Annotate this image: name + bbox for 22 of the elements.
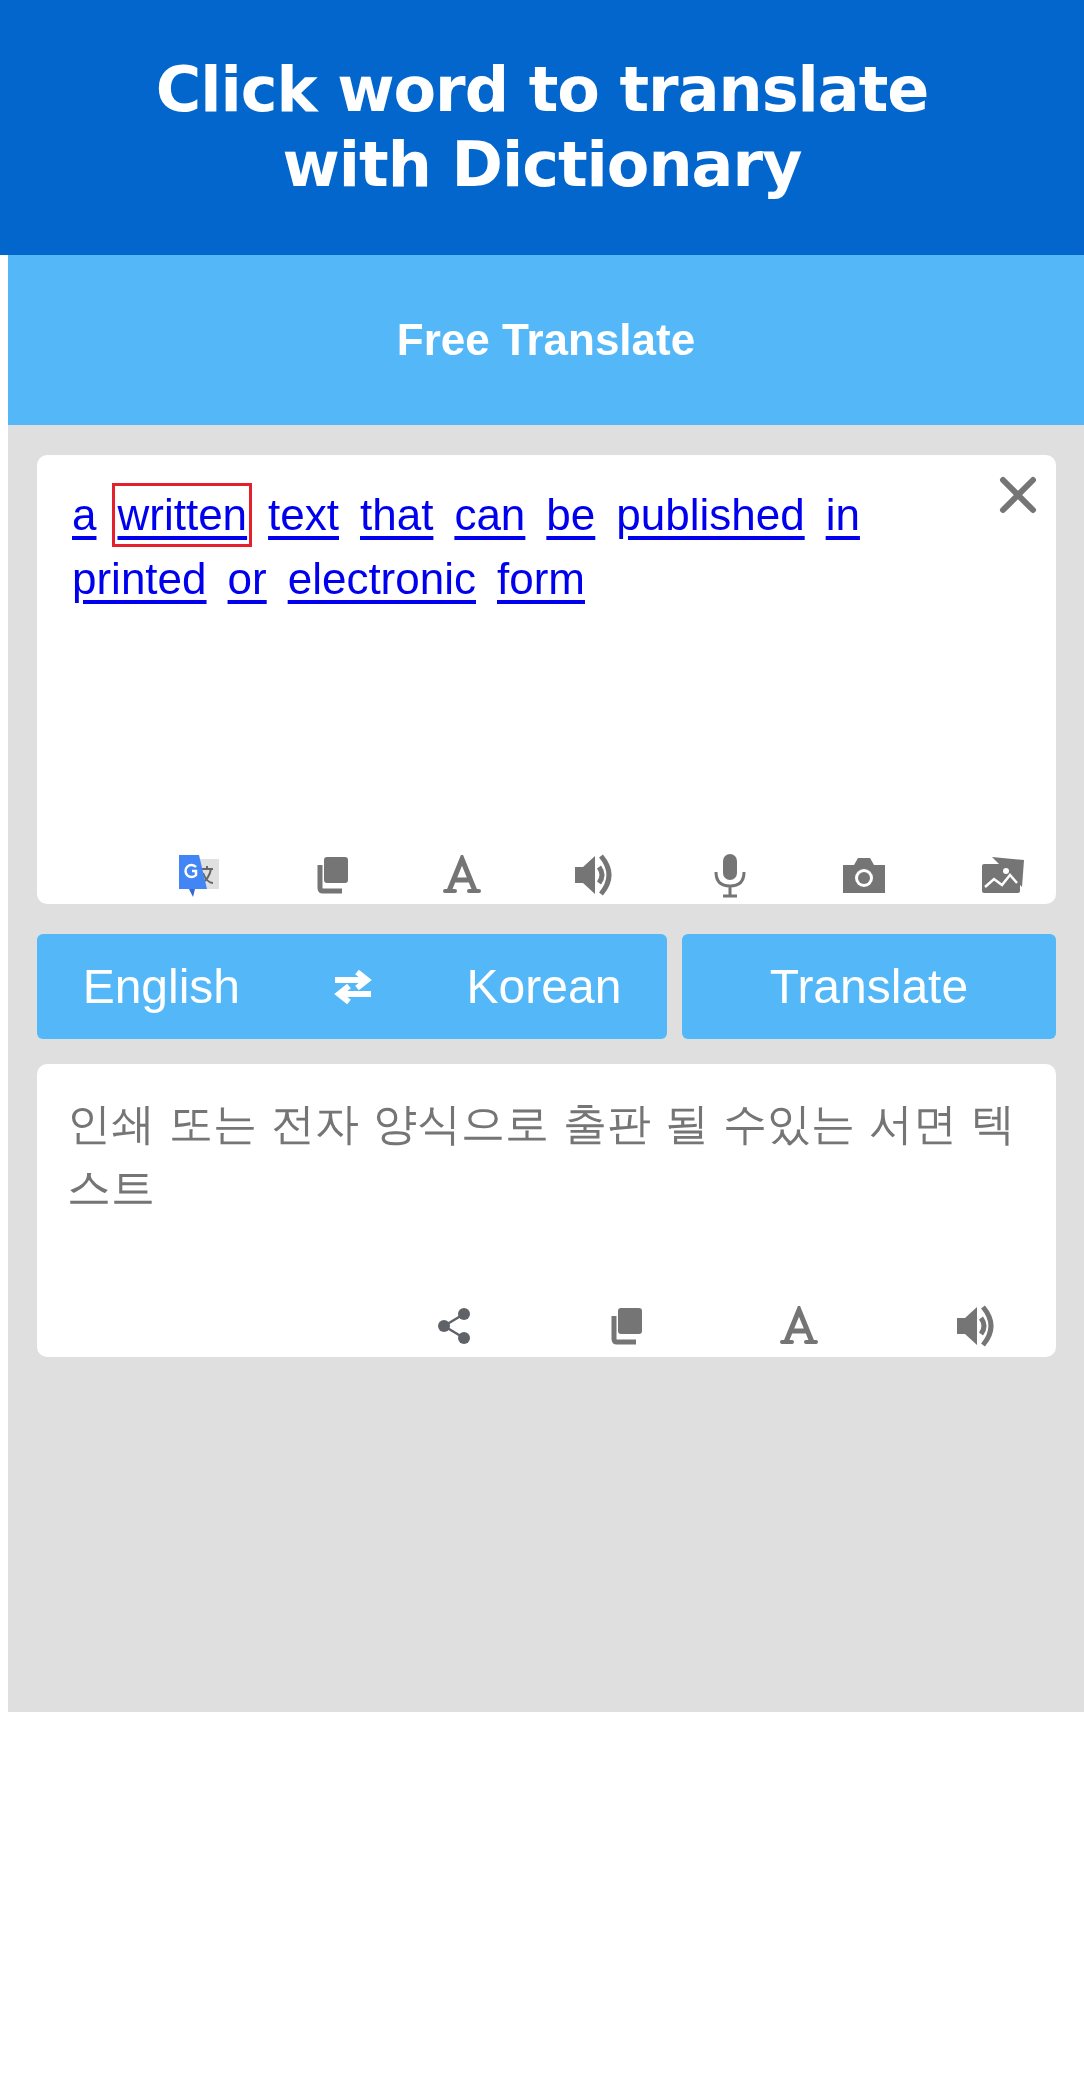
word-link[interactable]: written xyxy=(112,483,253,547)
word-link[interactable]: or xyxy=(222,547,272,611)
word-link[interactable]: electronic xyxy=(282,547,481,611)
word-link[interactable]: text xyxy=(263,483,344,547)
word-link[interactable]: be xyxy=(541,483,601,547)
font-icon[interactable] xyxy=(442,855,481,895)
gallery-icon[interactable] xyxy=(979,855,1026,895)
banner-title: Click word to translate with Dictionary xyxy=(154,53,930,202)
share-icon[interactable] xyxy=(437,1306,471,1346)
close-icon[interactable] xyxy=(998,475,1038,515)
font-icon[interactable] xyxy=(780,1306,819,1346)
word-link[interactable]: can xyxy=(449,483,531,547)
camera-icon[interactable] xyxy=(841,855,888,895)
word-link[interactable]: a xyxy=(67,483,102,547)
word-link[interactable]: in xyxy=(820,483,865,547)
word-link[interactable]: form xyxy=(492,547,590,611)
translate-icon[interactable] xyxy=(177,853,221,897)
translated-text: 인쇄 또는 전자 양식으로 출판 될 수있는 서면 텍스트 xyxy=(67,1097,1016,1215)
app-title: Free Translate xyxy=(396,314,696,366)
word-link[interactable]: published xyxy=(611,483,810,547)
word-link[interactable]: printed xyxy=(67,547,212,611)
word-link[interactable]: that xyxy=(355,483,439,547)
